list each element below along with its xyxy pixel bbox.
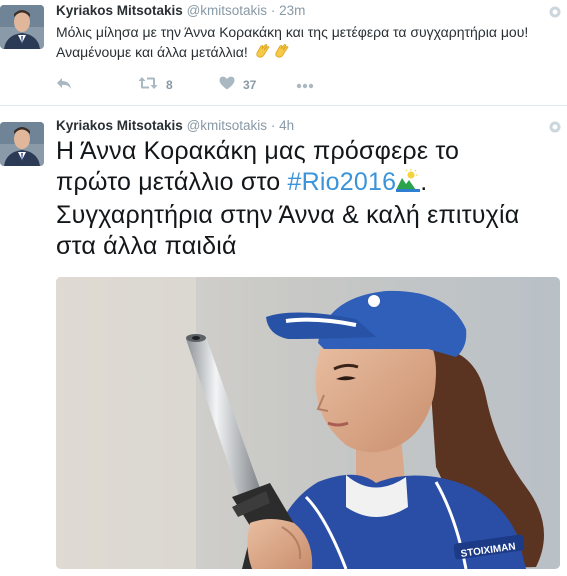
tweet[interactable]: Kyriakos Mitsotakis @kmitsotakis · 4h Η … [0,106,567,576]
tweet-photo[interactable]: STOIXIMAN [56,277,560,569]
tweet-text-line: Συγχαρητήρια στην Άννα & καλή επιτυχία [56,201,520,229]
header-separator: · [270,118,276,133]
tweet-text: Μόλις μίλησα με την Άννα Κορακάκη και τη… [56,22,551,65]
author-handle[interactable]: @kmitsotakis [187,3,267,18]
retweet-button[interactable]: 8 [138,76,173,94]
tweet-text-fragment: . [420,168,428,196]
author-handle[interactable]: @kmitsotakis [187,118,267,133]
tweet-text-line: πρώτο μετάλλιο στο #Rio2016 . [56,167,556,200]
header-separator: · [270,3,276,18]
more-dots-icon [296,76,314,94]
more-button[interactable] [296,76,314,94]
avatar[interactable] [0,122,44,166]
tweet-text-main: Μόλις μίλησα με την Άννα Κορακάκη και τη… [56,24,529,60]
timestamp[interactable]: 23m [279,3,305,18]
hashtag-link[interactable]: #Rio2016 [288,168,397,196]
retweet-icon [138,76,158,95]
author-name[interactable]: Kyriakos Mitsotakis [56,118,183,133]
rio-hashflag-icon[interactable] [396,168,421,200]
tweet[interactable]: Kyriakos Mitsotakis @kmitsotakis · 23m Μ… [0,0,567,106]
tweet-text: Η Άννα Κορακάκη μας πρόσφερε το πρώτο με… [56,136,556,262]
timeline: Kyriakos Mitsotakis @kmitsotakis · 23m Μ… [0,0,567,576]
tweet-header: Kyriakos Mitsotakis @kmitsotakis · 4h [56,118,294,134]
dropdown-caret-icon[interactable] [549,5,561,18]
author-name[interactable]: Kyriakos Mitsotakis [56,3,183,18]
tweet-actions: 8 37 [56,76,356,94]
like-count: 37 [243,78,257,92]
tweet-text-fragment: πρώτο μετάλλιο στο [56,168,288,196]
clapping-hands-icon [254,43,271,65]
reply-arrow-icon [56,76,72,95]
like-button[interactable]: 37 [219,76,256,94]
reply-button[interactable] [56,76,72,94]
dropdown-caret-icon[interactable] [549,120,561,133]
tweet-text-line: Η Άννα Κορακάκη μας πρόσφερε το [56,137,460,165]
retweet-count: 8 [166,78,173,92]
heart-icon [219,76,235,95]
timestamp[interactable]: 4h [279,118,294,133]
tweet-text-line: στα άλλα παιδιά [56,232,237,260]
tweet-header: Kyriakos Mitsotakis @kmitsotakis · 23m [56,3,305,19]
clapping-hands-icon [273,43,290,65]
avatar[interactable] [0,5,44,49]
